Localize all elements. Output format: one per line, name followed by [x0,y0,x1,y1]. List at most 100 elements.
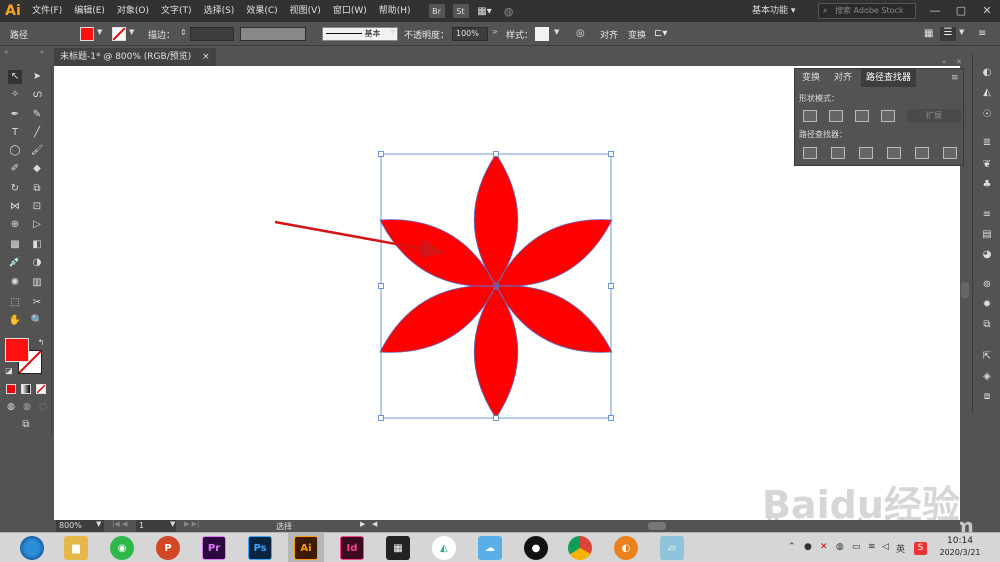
fill-color-swatch[interactable] [80,27,94,41]
artboards-icon[interactable]: ⧉ [980,318,994,332]
document-tab[interactable]: 未标题-1* @ 800% (RGB/预览) × [54,48,216,66]
divide-button[interactable] [803,147,817,159]
video-player-icon[interactable]: ▦ [386,536,410,560]
chevron-down-icon[interactable]: ▼ [170,520,175,528]
expand-button[interactable]: 扩展 [907,109,961,123]
curvature-tool-icon[interactable]: ✎ [30,108,44,122]
start-button[interactable] [20,536,44,560]
asset-export-icon[interactable]: ⧈ [980,390,994,404]
menu-lines-icon[interactable]: ≡ [978,28,986,39]
menu-window[interactable]: 窗口(W) [327,0,373,22]
align-button[interactable]: 对齐 [600,28,618,41]
type-tool-icon[interactable]: T [8,126,22,140]
stroke-weight-field[interactable] [190,27,234,41]
opacity-field[interactable]: 100% [452,27,488,41]
line-tool-icon[interactable]: ╱ [30,126,44,140]
tray-wifi-icon[interactable]: ≋ [868,542,876,552]
graphic-styles-icon[interactable]: ♣ [980,178,994,192]
menu-help[interactable]: 帮助(H) [373,0,417,22]
first-artboard-icon[interactable]: |◀ ◀ [112,520,127,528]
close-tab-icon[interactable]: × [202,52,210,62]
column-graph-tool-icon[interactable]: ▥ [30,276,44,290]
gradient-panel-icon[interactable]: ▤ [980,228,994,242]
screen-mode-icon[interactable]: ⧉ [18,418,34,432]
menu-object[interactable]: 对象(O) [111,0,155,22]
fill-indicator[interactable] [5,338,29,362]
draw-normal-icon[interactable]: ◍ [4,400,18,414]
menu-file[interactable]: 文件(F) [26,0,68,22]
isolate-icon[interactable]: ⊏▾ [654,28,667,39]
collapse-panels-icon[interactable]: « [942,58,946,66]
resize-handle-1[interactable] [378,151,384,157]
outline-button[interactable] [915,147,929,159]
resize-handle-8[interactable] [608,415,614,421]
resize-handle-6[interactable] [378,415,384,421]
chevron-down-icon[interactable]: ▼ [129,28,134,36]
arrange-grid-icon[interactable]: ▦ [924,28,933,39]
recolor-artwork-icon[interactable]: ◎ [576,28,585,39]
minus-back-button[interactable] [943,147,957,159]
selection-tool-icon[interactable]: ↖ [8,70,22,84]
symbols-icon[interactable]: ❦ [980,158,994,172]
tab-pathfinder[interactable]: 路径查找器 [861,69,917,87]
panel-menu-icon[interactable]: ☰ [940,27,956,41]
crop-button[interactable] [887,147,901,159]
brush-definition-field[interactable]: 基本 [322,27,398,41]
chevron-down-icon[interactable]: ▼ [554,28,559,36]
tray-volume-icon[interactable]: ◁ [882,542,889,552]
scale-tool-icon[interactable]: ⧉ [30,182,44,196]
arrange-documents-icon[interactable]: ▦▾ [477,4,493,18]
stroke-weight-stepper[interactable]: ⇕ [180,28,187,37]
resize-handle-3[interactable] [608,151,614,157]
menu-type[interactable]: 文字(T) [155,0,198,22]
direct-selection-tool-icon[interactable]: ➤ [30,70,44,84]
ellipse-tool-icon[interactable]: ◯ [8,144,22,158]
vertical-scrollbar-thumb[interactable] [961,282,969,298]
transparency-icon[interactable]: ◕ [980,248,994,262]
color-guide-icon[interactable]: ◭ [980,86,994,100]
tray-qq-icon[interactable]: ● [804,542,812,552]
chevron-right-icon[interactable]: > [492,28,498,36]
close-toolbar-icon[interactable]: » [40,48,44,56]
sogou-ime-icon[interactable]: S [914,542,927,555]
ime-indicator[interactable]: 英 [896,542,905,555]
resize-handle-5[interactable] [608,283,614,289]
exclude-button[interactable] [881,110,895,122]
menu-edit[interactable]: 编辑(E) [68,0,111,22]
chevron-down-icon[interactable]: ▼ [96,520,101,528]
menu-effect[interactable]: 效果(C) [240,0,283,22]
tray-battery-icon[interactable]: ▭ [852,542,861,552]
resize-handle-2[interactable] [493,151,499,157]
illustrator-icon[interactable]: Ai [294,536,318,560]
tab-transform[interactable]: 变换 [797,69,825,87]
scroll-left-icon[interactable]: ◀ [372,520,377,528]
width-tool-icon[interactable]: ⋈ [8,200,22,214]
clock-date[interactable]: 2020/3/21 [936,548,984,557]
magic-wand-tool-icon[interactable]: ✧ [8,88,22,102]
eyedropper-tool-icon[interactable]: 💉 [8,256,22,270]
hand-tool-icon[interactable]: ✋ [8,314,22,328]
tray-security-icon[interactable]: ✕ [820,542,828,552]
horizontal-scrollbar-thumb[interactable] [648,522,666,530]
mesh-tool-icon[interactable]: ▩ [8,238,22,252]
resize-handle-7[interactable] [493,415,499,421]
stock-button[interactable]: St [452,4,469,18]
notes-app-icon[interactable]: ▱ [660,536,684,560]
stroke-color-swatch[interactable] [112,27,126,41]
workspace-switcher[interactable]: 基本功能 ▾ [752,3,795,19]
tencent-app-icon[interactable]: ☁ [478,536,502,560]
wechat-icon[interactable]: ◉ [110,536,134,560]
qq-icon[interactable]: ● [524,536,548,560]
swatches-icon[interactable]: ☉ [980,108,994,122]
minimize-button[interactable]: — [922,0,948,22]
libraries-icon[interactable]: ◈ [980,370,994,384]
chevron-down-icon[interactable]: ▼ [390,28,395,36]
chevron-down-icon[interactable]: ▼ [97,28,102,36]
trim-button[interactable] [831,147,845,159]
gpu-performance-icon[interactable]: ◍ [501,4,517,18]
photoshop-icon[interactable]: Ps [248,536,272,560]
gradient-mode-button[interactable] [21,384,31,394]
firefox-icon[interactable]: ◐ [614,536,638,560]
blend-tool-icon[interactable]: ◑ [30,256,44,270]
status-menu-icon[interactable]: ▶ [360,520,365,528]
